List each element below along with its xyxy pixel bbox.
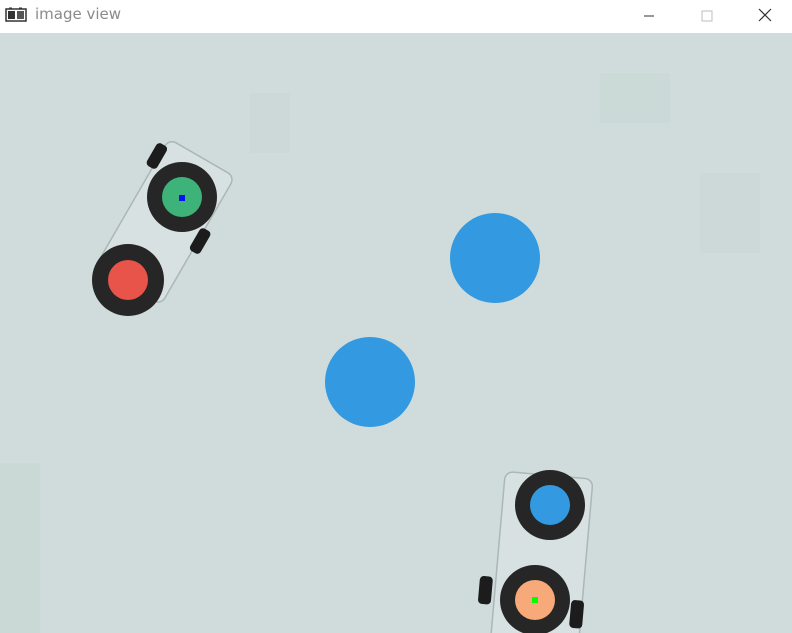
- camera-film-icon: [5, 7, 27, 23]
- title-bar[interactable]: image view: [0, 0, 792, 32]
- floor-patch: [600, 73, 670, 123]
- scene-image: [0, 33, 792, 633]
- minimize-icon: [643, 7, 655, 26]
- robot-wheel-left: [478, 576, 493, 605]
- maximize-icon: [701, 7, 713, 26]
- image-canvas[interactable]: [0, 33, 792, 633]
- floor-patch: [700, 173, 760, 253]
- close-icon: [758, 7, 772, 26]
- robot-top-left-rear-marker: [108, 260, 148, 300]
- maximize-button[interactable]: [684, 0, 730, 32]
- blue-circle-lower: [325, 337, 415, 427]
- robot-top-left-center-dot: [179, 195, 185, 201]
- robot-wheel-right: [569, 600, 585, 629]
- window-title: image view: [35, 5, 122, 23]
- robot-bottom-right-center-dot: [532, 597, 538, 603]
- robot-bottom-right-front-marker: [530, 485, 570, 525]
- blue-circle-upper: [450, 213, 540, 303]
- image-view-window: image view: [0, 0, 792, 633]
- close-button[interactable]: [742, 0, 788, 32]
- floor-patch: [250, 93, 290, 153]
- minimize-button[interactable]: [626, 0, 672, 32]
- floor-background: [0, 33, 792, 633]
- floor-patch: [0, 463, 40, 633]
